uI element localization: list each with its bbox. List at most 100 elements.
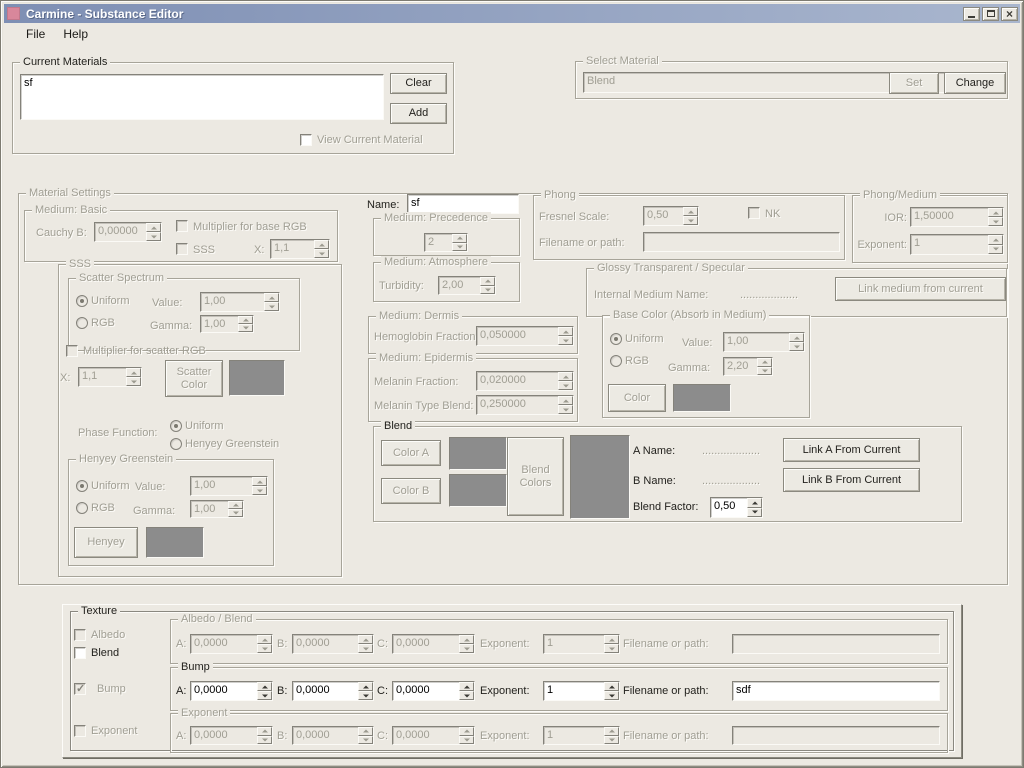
spin-up-arrow[interactable] — [459, 727, 474, 736]
spin-down-arrow[interactable] — [257, 644, 272, 653]
link-medium-from-current-button[interactable]: Link medium from current — [835, 277, 1006, 301]
spin-down-arrow[interactable] — [228, 509, 243, 517]
spin-down-arrow[interactable] — [988, 217, 1003, 226]
henyey-rgb-radio[interactable] — [76, 502, 88, 514]
spin-down-arrow[interactable] — [264, 302, 279, 311]
base-color-button[interactable]: Color — [608, 384, 666, 412]
bump-c-spinner[interactable]: 0,0000 — [392, 681, 475, 701]
spin-up-arrow[interactable] — [604, 727, 619, 736]
spin-up-arrow[interactable] — [264, 293, 279, 302]
bump-a-spinner[interactable]: 0,0000 — [190, 681, 273, 701]
spin-down-arrow[interactable] — [257, 691, 272, 700]
albedo-a-spinner[interactable]: 0,0000 — [190, 634, 273, 654]
melanin-type-blend-spinner[interactable]: 0,250000 — [476, 395, 574, 415]
spin-down-arrow[interactable] — [558, 336, 573, 345]
bump-filename-input[interactable]: sdf — [732, 681, 940, 701]
spin-up-arrow[interactable] — [558, 396, 573, 405]
spin-down-arrow[interactable] — [358, 644, 373, 653]
x-multiplier-spinner[interactable]: 1,1 — [270, 239, 330, 259]
scatter-uniform-radio[interactable] — [76, 295, 88, 307]
view-current-material-checkbox[interactable] — [300, 134, 312, 146]
spin-up-arrow[interactable] — [228, 501, 243, 509]
exponent-c-spinner[interactable]: 0,0000 — [392, 726, 475, 745]
scatter-gamma-spinner[interactable]: 1,00 — [200, 315, 254, 333]
spin-up-arrow[interactable] — [604, 635, 619, 644]
spin-up-arrow[interactable] — [314, 240, 329, 249]
phase-uniform-radio[interactable] — [170, 420, 182, 432]
spin-down-arrow[interactable] — [252, 486, 267, 495]
spin-up-arrow[interactable] — [358, 635, 373, 644]
phong-medium-exponent-spinner[interactable]: 1 — [910, 234, 1004, 255]
spin-down-arrow[interactable] — [558, 405, 573, 414]
spin-down-arrow[interactable] — [683, 216, 698, 225]
exponent-b-spinner[interactable]: 0,0000 — [292, 726, 374, 745]
albedo-checkbox[interactable] — [74, 629, 86, 641]
spin-down-arrow[interactable] — [238, 324, 253, 332]
spin-up-arrow[interactable] — [358, 727, 373, 736]
exponent-filename-input[interactable] — [732, 726, 940, 745]
blend-colors-button[interactable]: Blend Colors — [507, 437, 564, 516]
albedo-b-spinner[interactable]: 0,0000 — [292, 634, 374, 654]
spin-up-arrow[interactable] — [358, 682, 373, 691]
set-button[interactable]: Set — [889, 72, 939, 94]
scatter-color-button[interactable]: Scatter Color — [165, 360, 223, 397]
multiplier-base-rgb-checkbox[interactable] — [176, 220, 188, 232]
spin-up-arrow[interactable] — [757, 358, 772, 367]
spin-down-arrow[interactable] — [988, 245, 1003, 255]
scatter-value-spinner[interactable]: 1,00 — [200, 292, 280, 312]
cauchy-b-spinner[interactable]: 0,00000 — [94, 222, 162, 242]
spin-down-arrow[interactable] — [126, 377, 141, 386]
turbidity-spinner[interactable]: 2,00 — [438, 276, 496, 295]
henyey-uniform-radio[interactable] — [76, 480, 88, 492]
nk-checkbox[interactable] — [748, 207, 760, 219]
precedence-spinner[interactable]: 2 — [424, 233, 468, 252]
spin-down-arrow[interactable] — [604, 736, 619, 745]
spin-up-arrow[interactable] — [558, 372, 573, 381]
sss-checkbox[interactable] — [176, 243, 188, 255]
base-color-gamma-spinner[interactable]: 2,20 — [723, 357, 773, 376]
color-b-button[interactable]: Color B — [381, 478, 441, 504]
spin-down-arrow[interactable] — [314, 249, 329, 258]
minimize-button[interactable] — [963, 7, 980, 21]
change-button[interactable]: Change — [944, 72, 1006, 94]
spin-down-arrow[interactable] — [480, 286, 495, 295]
spin-down-arrow[interactable] — [358, 691, 373, 700]
albedo-exponent-spinner[interactable]: 1 — [543, 634, 620, 654]
spin-down-arrow[interactable] — [358, 736, 373, 745]
spin-up-arrow[interactable] — [146, 223, 161, 232]
bump-exponent-spinner[interactable]: 1 — [543, 681, 620, 701]
albedo-c-spinner[interactable]: 0,0000 — [392, 634, 475, 654]
name-input[interactable]: sf — [407, 194, 519, 214]
spin-up-arrow[interactable] — [252, 477, 267, 486]
fresnel-scale-spinner[interactable]: 0,50 — [643, 206, 699, 226]
close-button[interactable]: × — [1001, 7, 1018, 21]
spin-down-arrow[interactable] — [604, 691, 619, 700]
materials-listbox[interactable]: sf — [20, 74, 384, 120]
link-a-from-current-button[interactable]: Link A From Current — [783, 438, 920, 462]
base-color-rgb-radio[interactable] — [610, 355, 622, 367]
spin-up-arrow[interactable] — [988, 235, 1003, 245]
bump-b-spinner[interactable]: 0,0000 — [292, 681, 374, 701]
henyey-value-spinner[interactable]: 1,00 — [190, 476, 268, 496]
spin-up-arrow[interactable] — [683, 207, 698, 216]
base-color-value-spinner[interactable]: 1,00 — [723, 332, 805, 352]
exponent-a-spinner[interactable]: 0,0000 — [190, 726, 273, 745]
spin-down-arrow[interactable] — [747, 508, 762, 518]
phong-filename-input[interactable] — [643, 232, 840, 252]
spin-up-arrow[interactable] — [452, 234, 467, 243]
maximize-button[interactable] — [982, 7, 999, 21]
spin-up-arrow[interactable] — [459, 682, 474, 691]
color-a-button[interactable]: Color A — [381, 440, 441, 466]
base-color-uniform-radio[interactable] — [610, 333, 622, 345]
spin-up-arrow[interactable] — [238, 316, 253, 324]
spin-down-arrow[interactable] — [604, 644, 619, 653]
clear-button[interactable]: Clear — [390, 73, 447, 94]
spin-down-arrow[interactable] — [459, 691, 474, 700]
spin-down-arrow[interactable] — [459, 736, 474, 745]
albedo-filename-input[interactable] — [732, 634, 940, 654]
bump-checkbox[interactable] — [74, 683, 86, 695]
henyey-button[interactable]: Henyey — [74, 527, 138, 558]
spin-up-arrow[interactable] — [480, 277, 495, 286]
spin-down-arrow[interactable] — [257, 736, 272, 745]
henyey-gamma-spinner[interactable]: 1,00 — [190, 500, 244, 518]
